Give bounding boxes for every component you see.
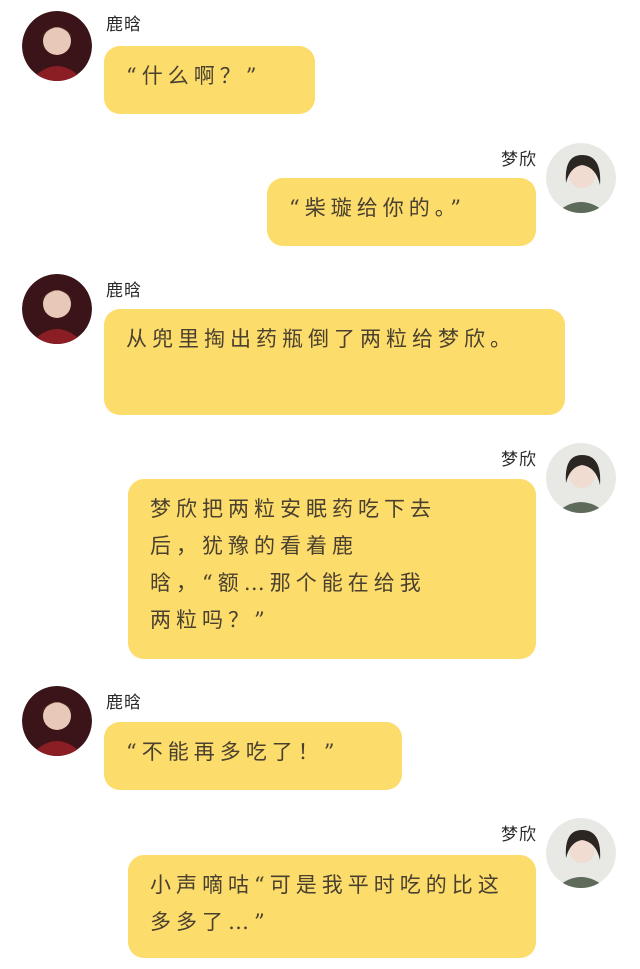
sender-name: 梦欣 [501,150,537,170]
sender-name: 鹿晗 [106,15,142,35]
avatar-luhan[interactable] [22,11,92,81]
avatar-mengxin[interactable] [546,443,616,513]
message-bubble: 梦欣把两粒安眠药吃下去后，犹豫的看着鹿晗，“额…那个能在给我两粒吗？” [128,479,536,659]
message-bubble: “什么啊？” [104,46,315,114]
sender-name: 梦欣 [501,450,537,470]
avatar-mengxin[interactable] [546,818,616,888]
message-bubble: “不能再多吃了！” [104,722,402,790]
message-bubble: 小声嘀咕“可是我平时吃的比这多多了…” [128,855,536,958]
message-bubble: 从兜里掏出药瓶倒了两粒给梦欣。 [104,309,565,415]
avatar-luhan[interactable] [22,686,92,756]
sender-name: 鹿晗 [106,281,142,301]
sender-name: 鹿晗 [106,693,142,713]
sender-name: 梦欣 [501,825,537,845]
avatar-mengxin[interactable] [546,143,616,213]
message-bubble: “柴璇给你的。” [267,178,536,246]
avatar-luhan[interactable] [22,274,92,344]
